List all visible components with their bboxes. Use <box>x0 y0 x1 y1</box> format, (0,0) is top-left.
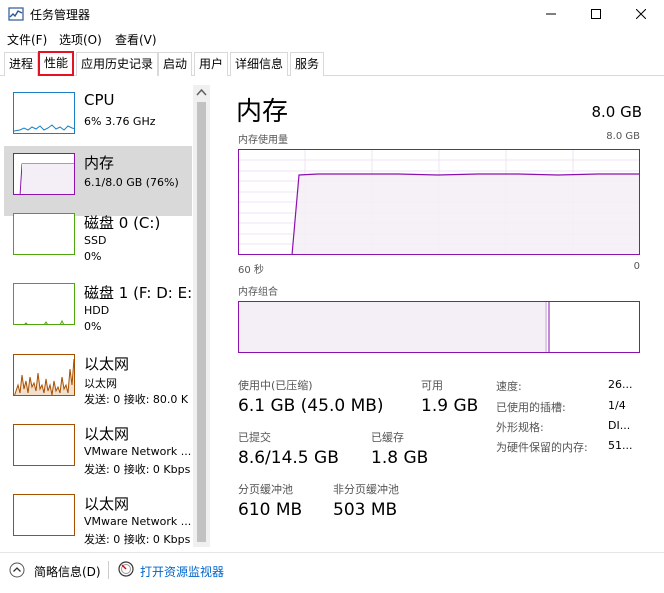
menu-options[interactable]: 选项(O) <box>59 31 102 48</box>
sidebar-item-title: 以太网 <box>84 425 130 443</box>
maximize-icon <box>591 9 601 19</box>
sidebar-item-title: 内存 <box>84 154 115 172</box>
sidebar-item-title: 磁盘 1 (F: D: E:) <box>84 284 198 302</box>
tab-details[interactable]: 详细信息 <box>230 52 289 76</box>
speed-value: 26... <box>608 378 633 391</box>
sidebar-item-usage: 0% <box>84 320 102 333</box>
sidebar-item-title: 以太网 <box>84 495 130 513</box>
committed-value: 8.6/14.5 GB <box>238 448 339 468</box>
slots-label: 已使用的插槽: <box>496 401 566 414</box>
in-use-label: 使用中(已压缩) <box>238 379 313 392</box>
sidebar-item-throughput: 发送: 0 接收: 0 Kbps <box>84 463 191 476</box>
collapse-chevron-icon[interactable] <box>9 562 25 578</box>
menu-view[interactable]: 查看(V) <box>115 31 157 48</box>
usage-graph-max: 8.0 GB <box>606 131 640 142</box>
close-icon <box>636 9 646 19</box>
memory-total: 8.0 GB <box>591 103 642 121</box>
page-title: 内存 <box>236 97 289 127</box>
usage-graph-label: 内存使用量 <box>238 135 288 146</box>
ethernet-2-thumbnail-graph <box>13 424 75 466</box>
committed-label: 已提交 <box>238 431 271 444</box>
sidebar-item-disk-0[interactable]: 磁盘 0 (C:) SSD 0% <box>4 206 192 276</box>
window-title: 任务管理器 <box>30 8 91 22</box>
graph-time-end: 0 <box>633 261 640 272</box>
tab-processes[interactable]: 进程 <box>4 52 39 76</box>
slots-value: 1/4 <box>608 399 626 412</box>
composition-label: 内存组合 <box>238 287 278 298</box>
sidebar-item-subtitle: SSD <box>84 234 107 247</box>
minimize-button[interactable] <box>528 0 574 28</box>
tab-users[interactable]: 用户 <box>194 52 229 76</box>
available-label: 可用 <box>421 379 443 392</box>
footer-bar: 简略信息(D) 打开资源监视器 <box>0 552 664 593</box>
sidebar-item-cpu[interactable]: CPU 6% 3.76 GHz <box>4 85 192 155</box>
performance-sidebar: CPU 6% 3.76 GHz 内存 6.1/8.0 GB (76%) 磁盘 0… <box>0 77 212 547</box>
sidebar-item-disk-1[interactable]: 磁盘 1 (F: D: E:) HDD 0% <box>4 276 198 346</box>
sidebar-item-title: 磁盘 0 (C:) <box>84 214 161 232</box>
form-factor-value: DI... <box>608 419 631 432</box>
hardware-reserved-value: 51... <box>608 439 633 452</box>
hardware-reserved-label: 为硬件保留的内存: <box>496 441 588 454</box>
less-details-button[interactable]: 简略信息(D) <box>34 563 101 580</box>
ethernet-1-thumbnail-graph <box>13 354 75 396</box>
memory-thumbnail-graph <box>13 153 75 195</box>
tab-startup[interactable]: 启动 <box>158 52 193 76</box>
cached-value: 1.8 GB <box>371 448 429 468</box>
in-use-value: 6.1 GB (45.0 MB) <box>238 396 384 416</box>
sidebar-item-title: CPU <box>84 91 115 109</box>
cpu-thumbnail-graph <box>13 92 75 134</box>
title-bar: 任务管理器 <box>0 0 664 28</box>
sidebar-item-subtitle: 6% 3.76 GHz <box>84 115 156 128</box>
close-button[interactable] <box>618 0 664 28</box>
paged-pool-label: 分页缓冲池 <box>238 483 293 496</box>
available-value: 1.9 GB <box>421 396 479 416</box>
memory-detail-panel: 内存 8.0 GB 内存使用量 8.0 GB 60 秒 0 内存组合 使用中(已… <box>222 77 664 547</box>
sidebar-scrollbar[interactable] <box>193 85 210 547</box>
sidebar-item-subtitle: 以太网 <box>84 377 117 390</box>
form-factor-label: 外形规格: <box>496 421 544 434</box>
sidebar-item-throughput: 发送: 0 接收: 0 Kbps <box>84 533 191 546</box>
sidebar-item-subtitle: HDD <box>84 304 110 317</box>
maximize-button[interactable] <box>573 0 619 28</box>
memory-usage-graph <box>238 149 640 255</box>
sidebar-item-usage: 0% <box>84 250 102 263</box>
resource-monitor-icon <box>118 561 134 577</box>
graph-time-start: 60 秒 <box>238 265 264 276</box>
task-manager-icon <box>8 7 24 21</box>
sidebar-item-subtitle: VMware Network ... <box>84 515 192 528</box>
sidebar-item-throughput: 发送: 0 接收: 80.0 K <box>84 393 189 406</box>
sidebar-item-ethernet-2[interactable]: 以太网 VMware Network ... 发送: 0 接收: 0 Kbps <box>4 417 192 487</box>
scroll-up-arrow-icon[interactable] <box>196 88 207 96</box>
sidebar-item-ethernet-1[interactable]: 以太网 以太网 发送: 0 接收: 80.0 K <box>4 347 192 417</box>
memory-composition-bar <box>238 301 640 353</box>
minimize-icon <box>546 13 556 15</box>
tab-bar: 进程 性能 应用历史记录 启动 用户 详细信息 服务 <box>0 50 664 76</box>
tab-performance[interactable]: 性能 <box>38 51 75 76</box>
nonpaged-pool-label: 非分页缓冲池 <box>333 483 399 496</box>
cached-label: 已缓存 <box>371 431 404 444</box>
ethernet-3-thumbnail-graph <box>13 494 75 536</box>
scrollbar-thumb[interactable] <box>197 102 206 542</box>
disk-0-thumbnail-graph <box>13 213 75 255</box>
sidebar-item-subtitle: 6.1/8.0 GB (76%) <box>84 176 179 189</box>
tab-app-history[interactable]: 应用历史记录 <box>76 52 159 76</box>
tab-services[interactable]: 服务 <box>290 52 325 76</box>
paged-pool-value: 610 MB <box>238 500 303 520</box>
nonpaged-pool-value: 503 MB <box>333 500 398 520</box>
footer-divider <box>108 561 109 579</box>
disk-1-thumbnail-graph <box>13 283 75 325</box>
sidebar-item-ethernet-3[interactable]: 以太网 VMware Network ... 发送: 0 接收: 0 Kbps <box>4 487 192 547</box>
open-resource-monitor-link[interactable]: 打开资源监视器 <box>140 563 224 580</box>
sidebar-item-title: 以太网 <box>84 355 130 373</box>
menu-bar: 文件(F) 选项(O) 查看(V) <box>0 28 664 48</box>
speed-label: 速度: <box>496 380 522 393</box>
sidebar-item-subtitle: VMware Network ... <box>84 445 192 458</box>
menu-file[interactable]: 文件(F) <box>7 31 47 48</box>
